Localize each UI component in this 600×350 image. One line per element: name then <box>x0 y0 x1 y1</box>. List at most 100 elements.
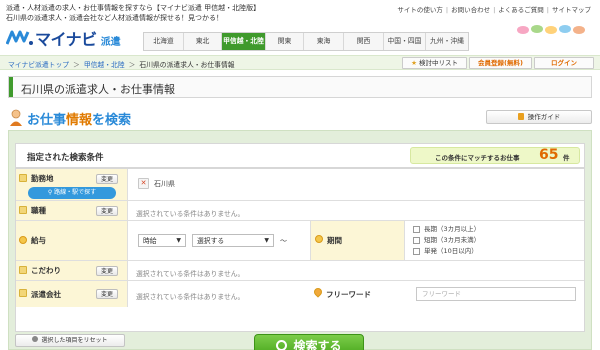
period-option-short[interactable]: 短期（3カ月未満） <box>413 235 480 246</box>
region-tab-hokkaido[interactable]: 北海道 <box>144 33 184 50</box>
match-text: この条件にマッチするお仕事 <box>435 154 520 162</box>
top-link-sitemap[interactable]: サイトマップ <box>549 6 594 14</box>
star-icon: ★ <box>411 59 417 67</box>
clock-icon <box>315 235 323 243</box>
top-link-usage[interactable]: サイトの使い方 <box>394 6 446 14</box>
register-button[interactable]: 会員登録(無料) <box>469 57 532 69</box>
condition-row-job-type: 職種 変更 選択されている条件はありません。 <box>16 201 584 221</box>
condition-label-period: 期間 <box>310 221 405 260</box>
freeword-input[interactable]: フリーワード <box>416 287 576 301</box>
dropdown-arrow-icon: ▼ <box>176 237 181 244</box>
page-title-suffix: の派遣求人・お仕事情報 <box>54 83 175 96</box>
remove-location-icon[interactable]: ✕ <box>138 178 149 189</box>
match-count-box: この条件にマッチするお仕事 65 件 <box>410 147 580 164</box>
salary-unit-select[interactable]: 時給 ▼ <box>138 234 186 247</box>
login-button[interactable]: ログイン <box>534 57 594 69</box>
search-button[interactable]: 検索する <box>254 334 364 350</box>
page-title: 石川県の派遣求人・お仕事情報 <box>8 76 592 98</box>
reset-icon <box>32 336 39 342</box>
change-job-type-button[interactable]: 変更 <box>96 206 119 216</box>
search-title-post: を検索 <box>92 112 132 128</box>
job-type-empty: 選択されている条件はありません。 <box>136 210 245 218</box>
page-title-accent <box>9 77 13 97</box>
site-logo[interactable]: マイナビ 派遣 <box>5 28 121 49</box>
region-tab-tokai[interactable]: 東海 <box>304 33 344 50</box>
building-icon <box>19 289 27 297</box>
change-location-button[interactable]: 変更 <box>96 174 119 184</box>
period-option-label: 短期（3カ月未満） <box>424 236 481 244</box>
period-option-single[interactable]: 単発（10日以内） <box>413 246 480 257</box>
search-title: お仕事情報を検索 <box>27 109 131 128</box>
reset-button[interactable]: 選択した項目をリセット <box>15 334 125 347</box>
checkbox[interactable] <box>413 248 420 255</box>
breadcrumb: マイナビ派遣トップ＞甲信越・北陸＞石川県の派遣求人・お仕事情報 <box>8 59 235 69</box>
checkbox[interactable] <box>413 226 420 233</box>
breadcrumb-item-current: 石川県の派遣求人・お仕事情報 <box>139 61 235 69</box>
intro-line-2: 石川県の派遣求人・派遣会社など人材派遣情報が探せる！見つかる！ <box>6 14 223 22</box>
guide-button[interactable]: 操作ガイド <box>486 110 592 124</box>
saved-list-label: 検討中リスト <box>419 59 459 67</box>
condition-label-preference: こだわり 変更 <box>16 261 128 280</box>
salary-amount-value: 選択する <box>197 237 225 245</box>
agency-label: 派遣会社 <box>31 290 61 299</box>
person-icon <box>8 109 24 127</box>
breadcrumb-separator: ＞ <box>128 61 136 69</box>
location-icon <box>19 174 27 182</box>
star-badge-icon <box>19 266 27 274</box>
region-nav: 北海道 東北 甲信越・北陸 関東 東海 関西 中国・四国 九州・沖縄 <box>143 32 469 51</box>
route-search-label: 路線・駅で探す <box>54 189 97 196</box>
intro-line-1: 派遣・人材派遣の求人・お仕事情報を探すなら【マイナビ派遣 甲信越・北陸版】 <box>6 4 261 12</box>
period-label: 期間 <box>327 236 342 245</box>
condition-row-preference: こだわり 変更 選択されている条件はありません。 <box>16 261 584 281</box>
condition-label-salary: 給与 <box>16 221 128 260</box>
search-icon <box>276 340 288 350</box>
period-option-long[interactable]: 長期（3カ月以上） <box>413 224 480 235</box>
checkbox[interactable] <box>413 237 420 244</box>
search-panel: 指定された検索条件 この条件にマッチするお仕事 65 件 勤務地 変更 ⚲ 路線… <box>8 130 592 350</box>
agency-empty: 選択されている条件はありません。 <box>136 293 245 301</box>
region-tab-koshinetsu-hokuriku[interactable]: 甲信越・北陸 <box>222 33 266 50</box>
logo-sub: 派遣 <box>100 36 121 48</box>
dropdown-arrow-icon: ▼ <box>264 237 269 244</box>
salary-tilde: 〜 <box>280 237 287 245</box>
breadcrumb-item-region[interactable]: 甲信越・北陸 <box>84 61 125 69</box>
saved-list-button[interactable]: ★ 検討中リスト <box>402 57 468 69</box>
guide-label: 操作ガイド <box>527 113 561 121</box>
period-option-label: 単発（10日以内） <box>424 247 478 255</box>
header-intro: 派遣・人材派遣の求人・お仕事情報を探すなら【マイナビ派遣 甲信越・北陸版】 石川… <box>6 3 346 23</box>
condition-label-location: 勤務地 変更 ⚲ 路線・駅で探す <box>16 169 128 200</box>
yen-icon <box>19 236 27 244</box>
breadcrumb-item-top[interactable]: マイナビ派遣トップ <box>8 61 69 69</box>
region-tab-kanto[interactable]: 関東 <box>266 33 304 50</box>
page-title-text: 石川県の派遣求人・お仕事情報 <box>21 81 175 97</box>
match-count: 65 <box>539 147 559 163</box>
conditions-header: 指定された検索条件 この条件にマッチするお仕事 65 件 <box>15 143 585 168</box>
region-tab-kansai[interactable]: 関西 <box>344 33 384 50</box>
salary-amount-select[interactable]: 選択する ▼ <box>192 234 274 247</box>
region-tab-tohoku[interactable]: 東北 <box>184 33 222 50</box>
pin-icon <box>312 286 324 298</box>
account-actions: ★ 検討中リスト 会員登録(無料) ログイン <box>402 57 594 69</box>
salary-unit-value: 時給 <box>143 237 157 245</box>
change-agency-button[interactable]: 変更 <box>96 289 119 299</box>
top-links: サイトの使い方 | お問い合わせ | よくあるご質問 | サイトマップ <box>394 4 594 14</box>
match-unit: 件 <box>563 154 570 162</box>
route-search-button[interactable]: ⚲ 路線・駅で探す <box>28 187 116 199</box>
freeword-label: フリーワード <box>326 290 371 299</box>
magnifier-icon: ⚲ <box>47 189 53 196</box>
logo-text: マイナビ <box>35 30 97 49</box>
region-tab-chugoku-shikoku[interactable]: 中国・四国 <box>384 33 426 50</box>
search-button-label: 検索する <box>293 339 342 350</box>
logo-mark-icon <box>5 29 34 47</box>
change-preference-button[interactable]: 変更 <box>96 266 119 276</box>
top-link-contact[interactable]: お問い合わせ <box>448 6 493 14</box>
search-heading: お仕事情報を検索 <box>8 108 131 128</box>
region-tab-kyushu-okinawa[interactable]: 九州・沖縄 <box>426 33 468 50</box>
reset-label: 選択した項目をリセット <box>41 337 108 344</box>
location-label: 勤務地 <box>31 174 54 183</box>
breadcrumb-separator: ＞ <box>73 61 80 69</box>
preference-label: こだわり <box>31 266 61 275</box>
top-link-faq[interactable]: よくあるご質問 <box>495 6 547 14</box>
salary-label: 給与 <box>31 236 46 245</box>
job-type-label: 職種 <box>31 206 46 215</box>
